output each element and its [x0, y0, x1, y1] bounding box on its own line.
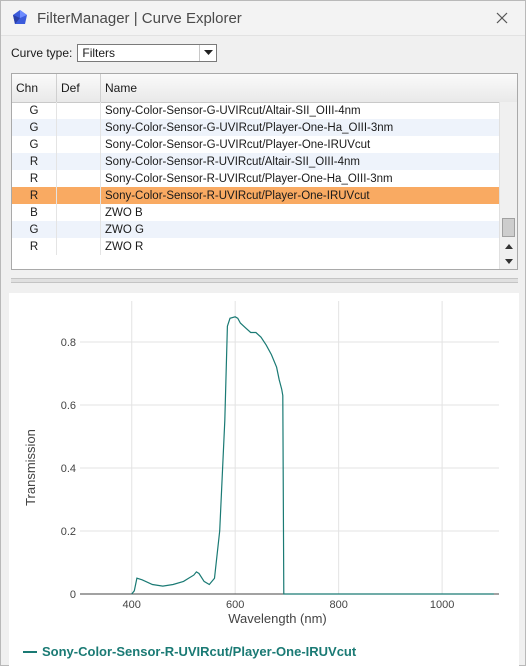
table-row[interactable]: G Sony-Color-Sensor-G-UVIRcut/Altair-SII_…	[12, 102, 500, 119]
curve-type-value: Filters	[82, 46, 116, 60]
x-tick-label: 600	[226, 599, 244, 611]
chart-legend[interactable]: Sony-Color-Sensor-R-UVIRcut/Player-One-I…	[23, 644, 356, 659]
transmission-chart: 400 600 800 1000 0 0.2 0.4 0.6 0.8 Wavelength (nm…	[9, 293, 519, 666]
cell-name: Sony-Color-Sensor-G-UVIRcut/Player-One-H…	[105, 121, 394, 134]
cell-chn: R	[12, 153, 57, 170]
chevron-down-icon[interactable]	[199, 45, 216, 61]
cell-name: ZWO R	[105, 240, 144, 253]
arrow-up-icon	[504, 244, 513, 249]
legend-swatch	[23, 650, 37, 653]
cell-chn: G	[12, 221, 57, 238]
x-tick-label: 800	[329, 599, 347, 611]
curve-type-select[interactable]: Filters	[77, 44, 218, 62]
cell-name: Sony-Color-Sensor-G-UVIRcut/Player-One-I…	[105, 138, 371, 151]
scrollbar-thumb[interactable]	[502, 218, 515, 237]
cell-chn: B	[12, 204, 57, 221]
table-row[interactable]: G ZWO G	[12, 221, 500, 238]
table-row[interactable]: G Sony-Color-Sensor-G-UVIRcut/Player-One-…	[12, 136, 500, 153]
y-tick-label: 0.2	[61, 526, 76, 538]
y-tick-label: 0	[70, 589, 76, 601]
cell-chn: G	[12, 102, 57, 119]
y-axis-label: Transmission	[23, 429, 38, 506]
close-button[interactable]	[491, 7, 513, 29]
y-tick-label: 0.4	[61, 463, 76, 475]
cell-def	[57, 238, 101, 255]
curve-table: Chn Def Name G Sony-Color-Sensor-G-UVIRcu…	[11, 73, 518, 270]
table-row[interactable]: G Sony-Color-Sensor-G-UVIRcut/Player-One-…	[12, 119, 500, 136]
close-icon	[496, 12, 508, 24]
column-header-chn[interactable]: Chn	[12, 74, 57, 102]
cell-def	[57, 136, 101, 153]
x-axis-label: Wavelength (nm)	[228, 611, 327, 626]
chart-svg: 400 600 800 1000 0 0.2 0.4 0.6 0.8 Wavelength (nm…	[23, 301, 499, 626]
cell-def	[57, 221, 101, 238]
cell-def	[57, 204, 101, 221]
title-bar: FilterManager | Curve Explorer	[1, 1, 525, 36]
curve-explorer-window: FilterManager | Curve Explorer Curve typ…	[0, 0, 526, 666]
table-row[interactable]: B ZWO B	[12, 204, 500, 221]
toolbar: Curve type: Filters	[1, 36, 525, 70]
legend-label: Sony-Color-Sensor-R-UVIRcut/Player-One-I…	[42, 644, 357, 659]
x-tick-label: 1000	[430, 599, 454, 611]
cell-def	[57, 187, 101, 204]
y-tick-label: 0.6	[61, 400, 76, 412]
column-header-def[interactable]: Def	[57, 74, 101, 102]
table-row[interactable]: R Sony-Color-Sensor-R-UVIRcut/Player-One-…	[12, 170, 500, 187]
curve-type-label: Curve type:	[11, 46, 73, 60]
cell-name: ZWO G	[105, 223, 144, 236]
table-body: G Sony-Color-Sensor-G-UVIRcut/Altair-SII_…	[12, 102, 500, 255]
vertical-scrollbar[interactable]	[499, 102, 517, 269]
window-title: FilterManager | Curve Explorer	[37, 9, 242, 27]
cell-name: Sony-Color-Sensor-R-UVIRcut/Player-One-I…	[105, 189, 370, 202]
cell-def	[57, 102, 101, 119]
x-tick-label: 400	[123, 599, 141, 611]
arrow-down-icon	[504, 259, 513, 264]
scroll-down-button[interactable]	[500, 253, 517, 269]
cell-chn: R	[12, 170, 57, 187]
app-logo-icon	[13, 10, 27, 24]
cell-name: Sony-Color-Sensor-R-UVIRcut/Altair-SII_O…	[105, 155, 360, 168]
table-row[interactable]: R Sony-Color-Sensor-R-UVIRcut/Altair-SII_…	[12, 153, 500, 170]
pane-splitter[interactable]	[11, 278, 518, 283]
cell-chn: R	[12, 238, 57, 255]
column-header-name[interactable]: Name	[101, 74, 517, 102]
cell-chn: G	[12, 119, 57, 136]
cell-def	[57, 119, 101, 136]
cell-name: ZWO B	[105, 206, 143, 219]
table-header: Chn Def Name	[12, 74, 517, 103]
table-row[interactable]: R ZWO R	[12, 238, 500, 255]
y-tick-label: 0.8	[61, 337, 76, 349]
series-line	[131, 316, 494, 595]
cell-def	[57, 153, 101, 170]
cell-name: Sony-Color-Sensor-G-UVIRcut/Altair-SII_O…	[105, 104, 361, 117]
cell-chn: R	[12, 187, 57, 204]
table-row[interactable]: R Sony-Color-Sensor-R-UVIRcut/Player-One-…	[12, 187, 500, 204]
cell-name: Sony-Color-Sensor-R-UVIRcut/Player-One-H…	[105, 172, 393, 185]
cell-def	[57, 170, 101, 187]
cell-chn: G	[12, 136, 57, 153]
